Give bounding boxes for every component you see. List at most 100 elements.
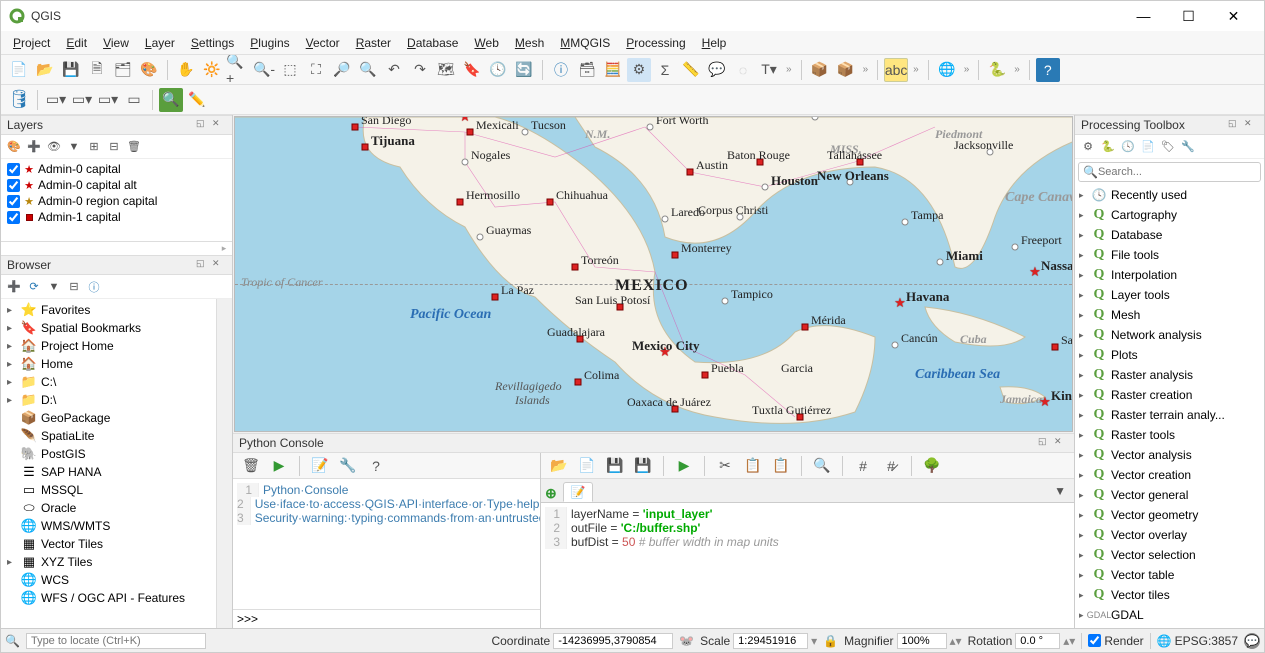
toolbox-item[interactable]: ▸QRaster tools bbox=[1075, 425, 1264, 445]
filter-legend-icon[interactable]: ▼ bbox=[65, 138, 83, 156]
minimize-button[interactable]: — bbox=[1121, 1, 1166, 31]
menu-mmqgis[interactable]: MMQGIS bbox=[552, 34, 618, 52]
menu-edit[interactable]: Edit bbox=[58, 34, 95, 52]
browser-item[interactable]: ▸▦XYZ Tiles bbox=[5, 553, 212, 571]
toggle-editing-icon[interactable]: 📦 bbox=[808, 58, 832, 82]
coord-input[interactable] bbox=[553, 633, 673, 649]
help-icon[interactable]: ? bbox=[1036, 58, 1060, 82]
layer-item[interactable]: ★Admin-0 capital alt bbox=[5, 177, 228, 193]
layer-item[interactable]: Admin-1 capital bbox=[5, 209, 228, 225]
toolbox-item[interactable]: ▸QVector geometry bbox=[1075, 505, 1264, 525]
browser-item[interactable]: ▸📁D:\ bbox=[5, 391, 212, 409]
zoom-in-icon[interactable]: 🔍+ bbox=[226, 58, 250, 82]
open-script-icon[interactable]: 📂 bbox=[547, 454, 571, 478]
toolbox-item[interactable]: ▸QLayer tools bbox=[1075, 285, 1264, 305]
manage-themes-icon[interactable]: 👁 bbox=[45, 138, 63, 156]
layer-visibility-checkbox[interactable] bbox=[7, 211, 20, 224]
undock-icon[interactable]: ◱ bbox=[1038, 436, 1052, 450]
save-as-icon[interactable]: 💾 bbox=[631, 454, 655, 478]
measure-icon[interactable]: 📏 bbox=[679, 58, 703, 82]
python-editor[interactable]: 1layerName = 'input_layer'2outFile = 'C:… bbox=[541, 503, 1074, 628]
toggle-extents-icon[interactable]: 🐭 bbox=[679, 634, 694, 648]
zoom-last-icon[interactable]: ↶ bbox=[382, 58, 406, 82]
new-shapefile-icon[interactable]: ▭▾ bbox=[44, 88, 68, 112]
new-map-view-icon[interactable]: 🗺 bbox=[434, 58, 458, 82]
run-script-icon[interactable]: ▶ bbox=[672, 454, 696, 478]
save-script-icon[interactable]: 💾 bbox=[603, 454, 627, 478]
paste-icon[interactable]: 📋 bbox=[769, 454, 793, 478]
new-bookmark-icon[interactable]: 🔖 bbox=[460, 58, 484, 82]
browser-scrollbar[interactable] bbox=[216, 299, 232, 628]
undock-icon[interactable]: ◱ bbox=[196, 258, 210, 272]
toolbox-item[interactable]: ▸QRaster terrain analy... bbox=[1075, 405, 1264, 425]
toolbox-item[interactable]: ▸QRaster creation bbox=[1075, 385, 1264, 405]
menu-plugins[interactable]: Plugins bbox=[242, 34, 297, 52]
pan-selection-icon[interactable]: 🔆 bbox=[200, 58, 224, 82]
options-toolbox-icon[interactable]: 🔧 bbox=[1179, 138, 1197, 156]
browser-item[interactable]: 📦GeoPackage bbox=[5, 409, 212, 427]
identify-icon[interactable]: ⓘ bbox=[549, 58, 573, 82]
browser-item[interactable]: ▸🏠Project Home bbox=[5, 337, 212, 355]
statistics-icon[interactable]: Σ bbox=[653, 58, 677, 82]
toolbox-item[interactable]: ▸QRaster analysis bbox=[1075, 365, 1264, 385]
cut-icon[interactable]: ✂ bbox=[713, 454, 737, 478]
toolbox-item[interactable]: ▸QVector general bbox=[1075, 485, 1264, 505]
processing-toolbox-icon[interactable]: ⚙ bbox=[627, 58, 651, 82]
find-icon[interactable]: 🔍 bbox=[810, 454, 834, 478]
toolbox-item[interactable]: ▸QDatabase bbox=[1075, 225, 1264, 245]
close-panel-icon[interactable]: ✕ bbox=[1054, 436, 1068, 450]
maximize-button[interactable]: ☐ bbox=[1166, 1, 1211, 31]
toolbox-search[interactable]: 🔍 bbox=[1078, 162, 1261, 182]
layout-manager-icon[interactable]: 🗂 bbox=[111, 58, 135, 82]
save-project-icon[interactable]: 💾 bbox=[59, 58, 83, 82]
tab-overflow-icon[interactable]: ▼ bbox=[1050, 480, 1070, 502]
add-tab-icon[interactable]: ⊕ bbox=[545, 485, 563, 502]
comment-icon[interactable]: # bbox=[851, 454, 875, 478]
label-icon[interactable]: abc bbox=[884, 58, 908, 82]
zoom-next-icon[interactable]: ↷ bbox=[408, 58, 432, 82]
zoom-layer-icon[interactable]: 🔍 bbox=[356, 58, 380, 82]
close-panel-icon[interactable]: ✕ bbox=[212, 258, 226, 272]
menu-settings[interactable]: Settings bbox=[183, 34, 242, 52]
refresh-browser-icon[interactable]: ⟳ bbox=[25, 278, 43, 296]
toolbox-item[interactable]: ▸🕓Recently used bbox=[1075, 185, 1264, 205]
zoom-out-icon[interactable]: 🔍- bbox=[252, 58, 276, 82]
menu-view[interactable]: View bbox=[95, 34, 137, 52]
layer-visibility-checkbox[interactable] bbox=[7, 195, 20, 208]
attribute-table-icon[interactable]: 🗃 bbox=[575, 58, 599, 82]
object-inspector-icon[interactable]: 🌳 bbox=[920, 454, 944, 478]
crs-button[interactable]: 🌐 EPSG:3857 bbox=[1157, 634, 1238, 648]
zoom-selection-icon[interactable]: 🔎 bbox=[330, 58, 354, 82]
browser-item[interactable]: ⬭Oracle bbox=[5, 499, 212, 517]
results-icon[interactable]: 📄 bbox=[1139, 138, 1157, 156]
browser-item[interactable]: ▸📁C:\ bbox=[5, 373, 212, 391]
layer-visibility-checkbox[interactable] bbox=[7, 163, 20, 176]
python-console-icon[interactable]: 🐍 bbox=[985, 58, 1009, 82]
lock-scale-icon[interactable]: 🔒 bbox=[823, 634, 838, 648]
editor-tab[interactable]: 📝 bbox=[563, 482, 593, 502]
remove-layer-icon[interactable]: 🗑 bbox=[125, 138, 143, 156]
browser-item[interactable]: ▸🔖Spatial Bookmarks bbox=[5, 319, 212, 337]
new-virtual-icon[interactable]: ▭▾ bbox=[96, 88, 120, 112]
browser-item[interactable]: ▸⭐Favorites bbox=[5, 301, 212, 319]
undock-icon[interactable]: ◱ bbox=[196, 118, 210, 132]
menu-database[interactable]: Database bbox=[399, 34, 466, 52]
toolbox-item[interactable]: ▸QInterpolation bbox=[1075, 265, 1264, 285]
toolbox-item[interactable]: ▸GDALGDAL bbox=[1075, 605, 1264, 625]
history-icon[interactable]: 🕓 bbox=[1119, 138, 1137, 156]
save-edits-icon[interactable]: 📦 bbox=[834, 58, 858, 82]
toolbox-search-input[interactable] bbox=[1098, 166, 1256, 178]
browser-item[interactable]: ▦Vector Tiles bbox=[5, 535, 212, 553]
toolbox-item[interactable]: ▸QVector analysis bbox=[1075, 445, 1264, 465]
browser-item[interactable]: 🌐WMS/WMTS bbox=[5, 517, 212, 535]
toolbox-item[interactable]: ▸QNetwork analysis bbox=[1075, 325, 1264, 345]
properties-icon[interactable]: ⓘ bbox=[85, 278, 103, 296]
options-icon[interactable]: 🔧 bbox=[336, 454, 360, 478]
new-project-icon[interactable]: 📄 bbox=[7, 58, 31, 82]
open-project-icon[interactable]: 📂 bbox=[33, 58, 57, 82]
collapse-browser-icon[interactable]: ⊟ bbox=[65, 278, 83, 296]
new-geopackage-icon[interactable]: ▭▾ bbox=[70, 88, 94, 112]
undock-icon[interactable]: ◱ bbox=[1228, 118, 1242, 132]
browser-item[interactable]: 🌐WFS / OGC API - Features bbox=[5, 589, 212, 607]
toolbox-item[interactable]: ▸QVector tiles bbox=[1075, 585, 1264, 605]
